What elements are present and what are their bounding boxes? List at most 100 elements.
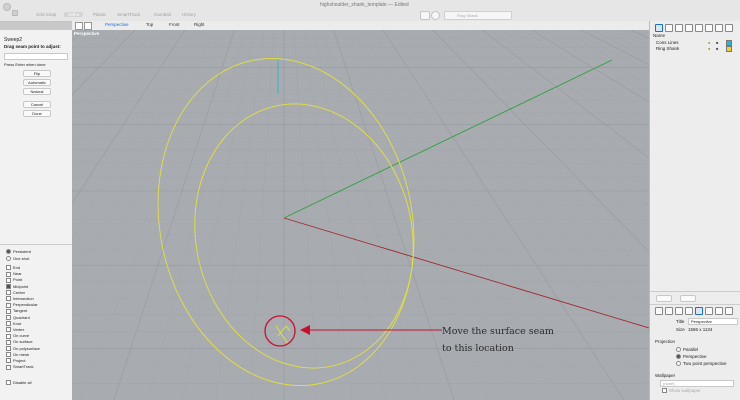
render-icon[interactable] [725, 24, 733, 32]
grid-line [72, 30, 146, 111]
show-wallpaper-checkbox[interactable]: Show wallpaper [662, 388, 701, 394]
camera-icon[interactable] [695, 307, 703, 315]
projection-radio[interactable]: Two point perspective [676, 361, 727, 367]
grid-line [72, 30, 122, 400]
tab-grid-snap[interactable]: Grid Snap [36, 12, 56, 17]
properties-icon[interactable] [665, 24, 673, 32]
projection-radio[interactable]: Parallel [676, 347, 698, 353]
tab-perspective[interactable]: Perspective [105, 22, 129, 27]
object-icon[interactable] [685, 307, 693, 315]
sidebar-toggle-icon[interactable] [12, 10, 18, 16]
object-icon[interactable] [685, 24, 693, 32]
osnap-checkbox[interactable]: Perpendicular [6, 302, 38, 308]
size-value: 1586 x 1134 [688, 327, 713, 332]
osnap-label: Tangent [13, 308, 28, 314]
show-wallpaper-label: Show wallpaper [669, 388, 701, 393]
command-panel: Sweep2 Drag seam point to adjust: Press … [0, 30, 73, 400]
display-icon[interactable] [705, 24, 713, 32]
camera-icon[interactable] [695, 24, 703, 32]
osnap-label: Vertex [13, 327, 25, 332]
checkbox-icon [6, 308, 11, 314]
layers-icon[interactable] [655, 307, 663, 315]
title-field[interactable]: Perspective [688, 318, 738, 325]
layer-options-button[interactable] [680, 295, 696, 302]
osnap-checkbox[interactable]: Quadrant [6, 315, 30, 321]
share-button[interactable] [420, 11, 430, 20]
done-button[interactable]: Done [23, 110, 51, 117]
viewport-label[interactable]: Perspective [74, 31, 99, 36]
tab-planar[interactable]: Planar [93, 12, 106, 17]
tab-smarttrack[interactable]: SmartTrack [117, 12, 140, 17]
osnap-checkbox[interactable]: Intersection [6, 296, 34, 302]
tab-right[interactable]: Right [194, 22, 205, 27]
grid-line [323, 30, 421, 400]
osnap-mode-option[interactable]: Persistent [6, 249, 31, 255]
osnap-checkbox[interactable]: SmartTrack [6, 364, 34, 370]
grid-line [72, 30, 116, 70]
wallpaper-select[interactable]: (none) [660, 380, 734, 387]
lock-icon[interactable]: ■ [716, 46, 718, 51]
tab-gumball[interactable]: Gumball [154, 12, 171, 17]
grid-line [72, 30, 128, 400]
command-hint: Press Enter when done [4, 62, 46, 67]
render-icon[interactable] [725, 307, 733, 315]
document-icon[interactable] [675, 24, 683, 32]
osnap-checkbox[interactable]: Knot [6, 321, 21, 327]
layer-row-label[interactable]: Cons Lines [656, 40, 679, 45]
properties-icon[interactable] [665, 307, 673, 315]
osnap-checkbox[interactable]: End [6, 265, 20, 271]
osnap-mode-option[interactable]: One shot [6, 256, 29, 261]
osnap-checkbox[interactable]: On curve [6, 333, 30, 339]
radio-icon [676, 354, 681, 360]
osnap-checkbox[interactable]: On mesh [6, 352, 29, 358]
layer-color-swatch[interactable] [726, 46, 732, 52]
command-name: Sweep2 [4, 37, 23, 43]
disable-all-checkbox[interactable]: Disable all [6, 380, 32, 386]
tab-ortho[interactable]: Ortho [64, 12, 84, 17]
grid-line [452, 30, 649, 208]
lights-icon[interactable] [715, 307, 723, 315]
projection-radio[interactable]: Perspective [676, 354, 707, 360]
osnap-checkbox[interactable]: Center [6, 290, 25, 296]
wallpaper-label: Wallpaper [655, 373, 676, 378]
osnap-checkbox[interactable]: Point [6, 277, 22, 283]
osnap-checkbox[interactable]: Near [6, 271, 22, 277]
tab-top[interactable]: Top [146, 22, 153, 27]
checkbox-icon [6, 277, 11, 283]
tab-front[interactable]: Front [169, 22, 180, 27]
osnap-checkbox[interactable]: Midpoint [6, 284, 28, 290]
disable-all-label: Disable all [13, 380, 32, 385]
osnap-checkbox[interactable]: On surface [6, 339, 33, 345]
perspective-viewport[interactable]: Move the surface seam to this location P… [72, 30, 649, 400]
viewport-menu-icon[interactable] [84, 22, 92, 30]
layer-row-label[interactable]: Ring Shank [656, 46, 679, 51]
grid-line [72, 30, 74, 400]
osnap-checkbox[interactable]: On polysurface [6, 346, 40, 352]
osnap-checkbox[interactable]: Project [6, 358, 25, 364]
close-window-button[interactable] [3, 3, 11, 11]
checkbox-icon [6, 302, 11, 308]
grid-layout-icon[interactable] [75, 22, 83, 30]
profile-curve[interactable] [275, 325, 289, 345]
light-bulb-icon[interactable]: ● [708, 46, 710, 51]
tab-history[interactable]: History [182, 12, 196, 17]
osnap-checkbox[interactable]: Tangent [6, 308, 28, 314]
osnap-checkbox[interactable]: Vertex [6, 327, 25, 333]
lock-icon[interactable]: ■ [716, 40, 718, 45]
add-layer-button[interactable] [656, 295, 672, 302]
display-icon[interactable] [705, 307, 713, 315]
panel-divider [0, 244, 72, 245]
lights-icon[interactable] [715, 24, 723, 32]
osnap-label: On curve [13, 333, 30, 339]
cancel-button[interactable]: Cancel [23, 101, 51, 108]
light-bulb-icon[interactable]: ● [708, 40, 710, 45]
flip-button[interactable]: Flip [23, 70, 51, 77]
document-icon[interactable] [675, 307, 683, 315]
layers-icon[interactable] [655, 24, 663, 32]
natural-button[interactable]: Natural [23, 88, 51, 95]
search-input[interactable]: Ring Shank [444, 11, 512, 20]
info-icon[interactable] [431, 11, 440, 20]
automatic-button[interactable]: Automatic [23, 79, 51, 86]
command-input[interactable] [4, 53, 68, 60]
viewport-canvas[interactable]: Move the surface seam to this location [72, 30, 649, 400]
